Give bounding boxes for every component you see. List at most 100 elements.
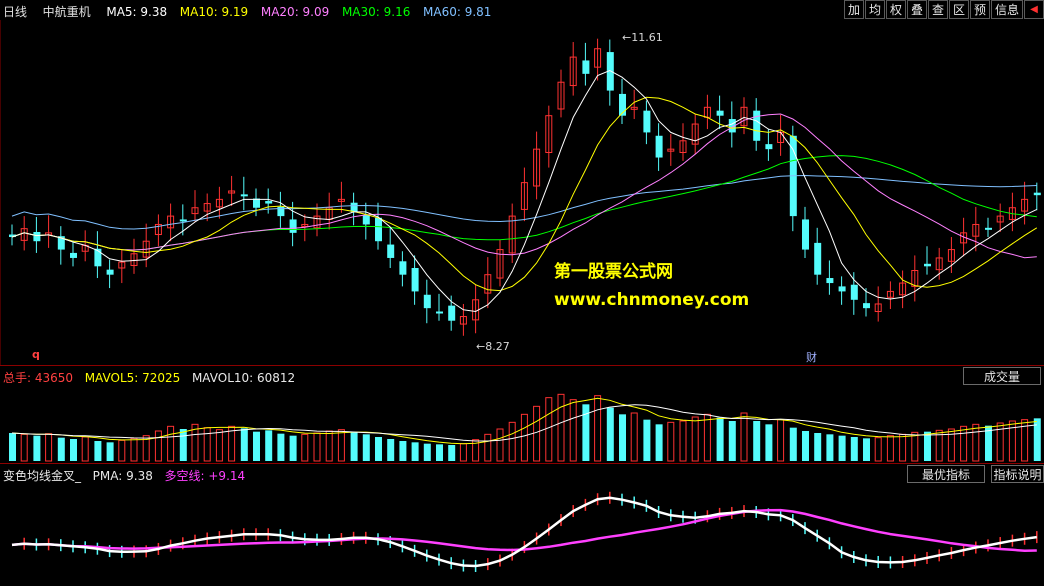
toolbar-query-button[interactable]: 查 [928, 0, 948, 19]
candle-body [179, 219, 187, 222]
candle-body [362, 215, 370, 225]
volume-header: 总手: 43650 MAVOL5: 72025 MAVOL10: 60812 [3, 369, 295, 386]
volume-bar [850, 437, 858, 461]
candle-body [643, 110, 651, 133]
toolbar: 加 均 权 叠 查 区 预 信息 ◀ [843, 0, 1044, 20]
candle-body [850, 284, 858, 300]
candle-body [655, 135, 663, 158]
volume-bar [814, 433, 822, 461]
volume-bar [411, 442, 419, 461]
low-price-annotation: ←8.27 [476, 340, 510, 353]
mavol5-label: MAVOL5: 72025 [84, 371, 181, 385]
mavol10-label: MAVOL10: 60812 [191, 371, 296, 385]
volume-bar [911, 431, 919, 462]
volume-bar [863, 438, 870, 461]
volume-bar [337, 429, 345, 462]
toolbar-add-button[interactable]: 加 [844, 0, 864, 19]
volume-bar [691, 416, 699, 462]
volume-bar [215, 429, 223, 462]
candle-body [838, 286, 846, 292]
candle-body [387, 244, 395, 258]
volume-bar [70, 439, 77, 461]
price-chart[interactable] [0, 20, 1044, 365]
toolbar-forecast-button[interactable]: 预 [970, 0, 990, 19]
volume-bar [240, 428, 248, 461]
toolbar-info-button[interactable]: 信息 [991, 0, 1023, 19]
event-marker-q[interactable]: q [32, 348, 40, 361]
candle-body [448, 305, 456, 321]
volume-bar [277, 433, 285, 461]
volume-bar [289, 435, 297, 461]
toolbar-overlay-button[interactable]: 叠 [907, 0, 927, 19]
candle-body [253, 198, 260, 208]
chart-header: 日线 中航重机 MA5: 9.38 MA10: 9.19 MA20: 9.09 … [3, 3, 491, 20]
indicator-chart[interactable] [0, 484, 1044, 586]
ma30-label: MA30: 9.16 [341, 5, 411, 19]
candle-body [289, 219, 297, 233]
candle-body [106, 269, 114, 275]
volume-bar [496, 428, 504, 462]
volume-bar [33, 435, 41, 461]
volume-bar [740, 412, 748, 462]
volume-bar [448, 445, 456, 461]
candle-body [70, 252, 77, 258]
dk-value: +9.14 [208, 469, 246, 483]
volume-bar [399, 441, 407, 461]
volume-indicator-button[interactable]: 成交量 [963, 367, 1041, 385]
volume-bar [106, 442, 114, 461]
volume-bar [118, 439, 126, 462]
candle-body [716, 110, 724, 116]
volume-bar [606, 407, 614, 461]
volume-bar [484, 433, 492, 462]
volume-bar [838, 435, 846, 461]
candle-body [423, 294, 431, 309]
candle-body [765, 144, 773, 150]
volume-bar [594, 395, 602, 462]
indicator-title[interactable]: 变色均线金叉_ [3, 469, 81, 483]
candle-body [863, 303, 870, 309]
volume-bar [619, 414, 626, 461]
toolbar-rights-button[interactable]: 权 [886, 0, 906, 19]
volume-chart[interactable] [0, 385, 1044, 463]
volume-bar [20, 433, 28, 462]
indicator-help-button[interactable]: 指标说明 [991, 465, 1044, 483]
volume-bar [301, 433, 309, 462]
candle-body [399, 261, 407, 275]
volume-bar [765, 424, 773, 461]
event-marker-finance[interactable]: 财 [806, 349, 817, 365]
volume-bar [350, 432, 358, 461]
volume-bar [459, 443, 467, 462]
volume-bar [154, 430, 162, 462]
candle-body [826, 278, 834, 284]
watermark-title: 第一股票公式网 [554, 262, 673, 282]
toolbar-arrow-icon[interactable]: ◀ [1024, 0, 1044, 19]
volume-bar [265, 430, 273, 461]
volume-bar [924, 431, 931, 461]
candle-body [582, 60, 590, 74]
pma-label: PMA: 9.38 [92, 469, 153, 483]
volume-bar [313, 432, 321, 462]
volume-total-label: 总手: 43650 [3, 371, 74, 385]
volume-bar [557, 393, 565, 462]
volume-bar [130, 437, 138, 462]
toolbar-avg-button[interactable]: 均 [865, 0, 885, 19]
volume-bar [899, 433, 907, 462]
volume-bar [1008, 420, 1016, 462]
candle-body [265, 201, 273, 204]
panel-divider-2 [0, 463, 1044, 464]
toolbar-range-button[interactable]: 区 [949, 0, 969, 19]
best-indicator-button[interactable]: 最优指标 [907, 465, 985, 483]
high-price-annotation: ←11.61 [622, 31, 663, 44]
volume-bar [569, 399, 577, 462]
volume-bar [253, 431, 260, 461]
volume-bar [423, 443, 431, 461]
volume-bar [728, 421, 736, 461]
volume-bar [703, 413, 711, 462]
volume-bar [362, 434, 370, 461]
volume-bar [94, 441, 102, 461]
volume-bar [789, 427, 797, 461]
period-label[interactable]: 日线 [3, 5, 27, 19]
ma60-label: MA60: 9.81 [423, 5, 492, 19]
volume-bar [167, 425, 175, 462]
volume-bar [533, 405, 541, 462]
